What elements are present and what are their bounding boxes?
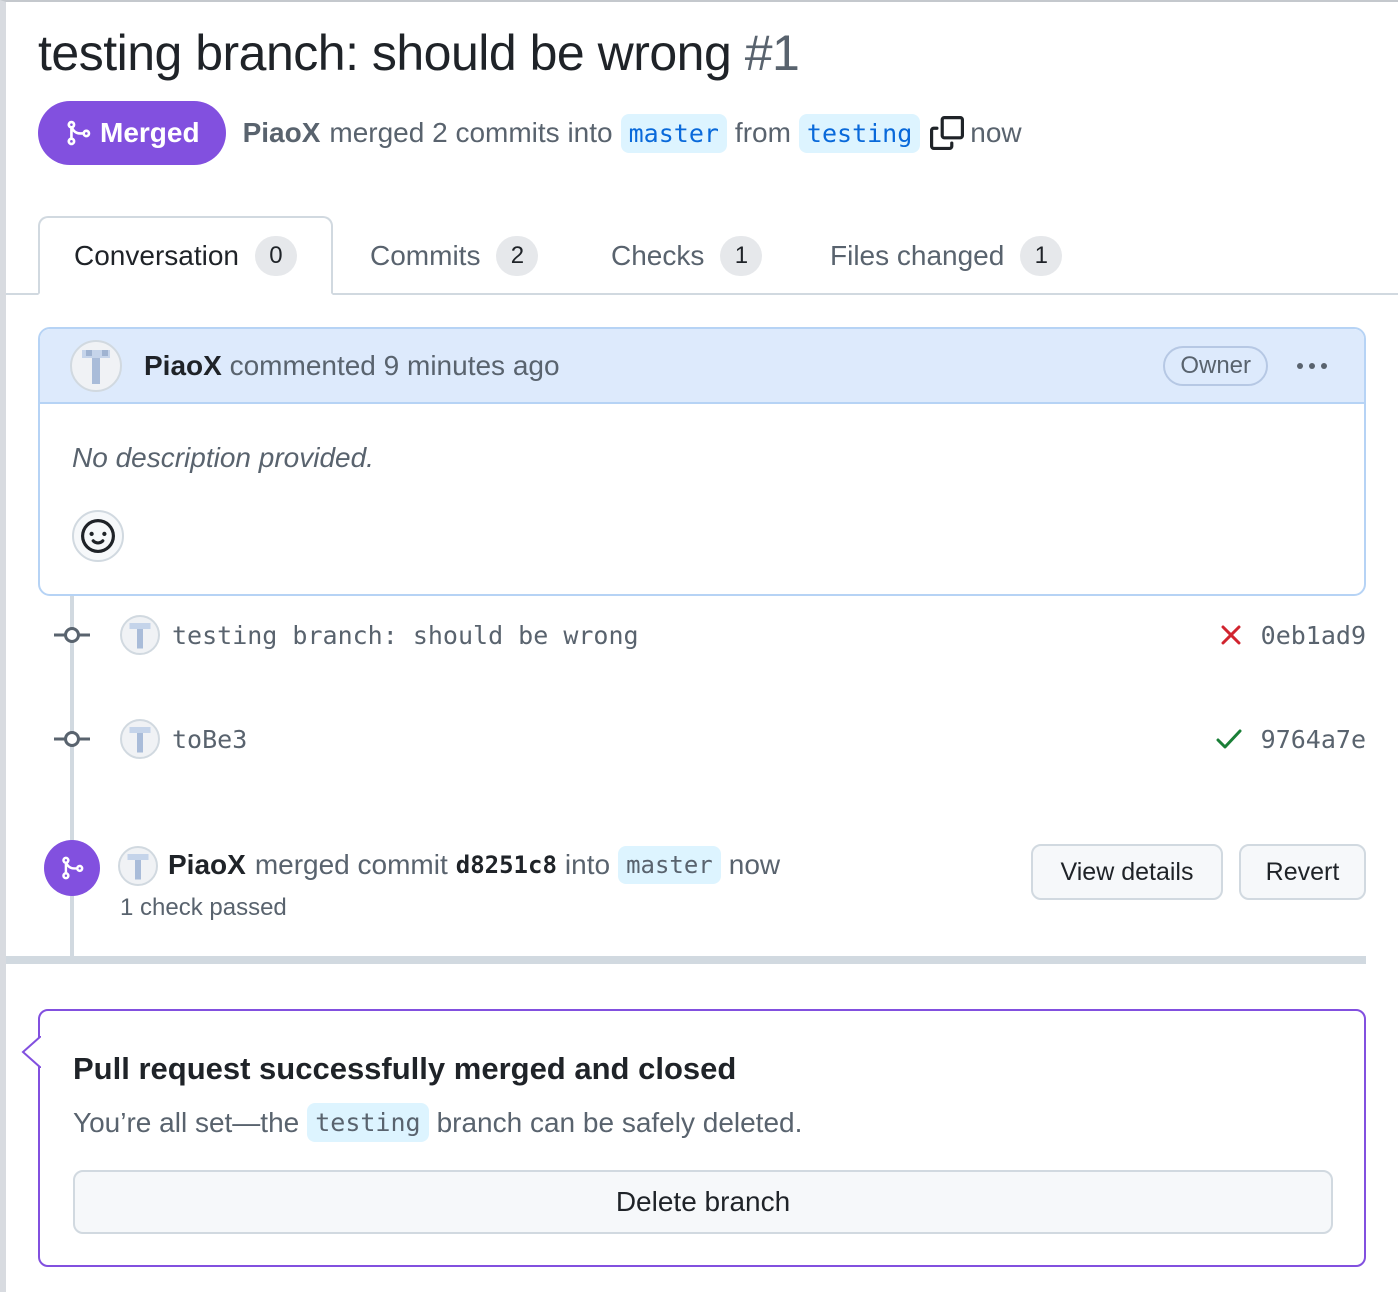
- comment-time: commented 9 minutes ago: [229, 349, 560, 381]
- tab-conversation[interactable]: Conversation 0: [38, 216, 333, 295]
- state-label: Merged: [100, 117, 200, 148]
- tab-label: Commits: [370, 239, 481, 271]
- kebab-horizontal-icon[interactable]: [1294, 352, 1330, 380]
- avatar[interactable]: [120, 719, 160, 759]
- author-link[interactable]: PiaoX: [168, 849, 246, 881]
- merge-event-text: PiaoX merged commit d8251c8 into master …: [168, 846, 780, 884]
- tab-files-changed[interactable]: Files changed 1: [796, 216, 1096, 295]
- tab-counter: 2: [496, 235, 539, 276]
- add-reaction-button[interactable]: [72, 510, 124, 562]
- author-link[interactable]: PiaoX: [144, 350, 222, 381]
- tab-label: Files changed: [830, 239, 1005, 271]
- avatar[interactable]: [70, 339, 122, 392]
- commit-sha[interactable]: 0eb1ad9: [1261, 621, 1366, 650]
- commit-message[interactable]: testing branch: should be wrong: [172, 621, 639, 650]
- owner-badge: Owner: [1163, 346, 1268, 386]
- view-details-button[interactable]: View details: [1031, 844, 1223, 900]
- author-link[interactable]: PiaoX: [243, 117, 321, 149]
- tab-checks[interactable]: Checks 1: [577, 216, 796, 295]
- git-merge-icon: [44, 840, 100, 896]
- comment-body: No description provided.: [72, 442, 374, 473]
- panel-caret: [21, 1036, 41, 1068]
- head-branch[interactable]: testing: [798, 113, 921, 153]
- tab-counter: 1: [1020, 235, 1063, 276]
- merged-subtitle: You’re all set—the testing branch can be…: [73, 1103, 802, 1142]
- tab-counter: 1: [720, 235, 763, 276]
- base-branch[interactable]: master: [620, 113, 727, 153]
- commit-message[interactable]: toBe3: [172, 725, 247, 754]
- commit-sha[interactable]: 9764a7e: [1261, 725, 1366, 754]
- merged-text: merged 2 commits into: [329, 117, 613, 148]
- timeline-divider: [6, 956, 1366, 964]
- pr-meta: Merged PiaoX merged 2 commits into maste…: [38, 101, 1022, 165]
- x-icon[interactable]: [1220, 624, 1242, 646]
- commit-item: testing branch: should be wrong 0eb1ad9: [54, 613, 1366, 657]
- merge-action: merged commit: [254, 849, 448, 880]
- pr-description-comment: PiaoX commented 9 minutes ago Owner No d…: [38, 327, 1366, 596]
- pr-title: testing branch: should be wrong: [38, 25, 732, 81]
- commit-item: toBe3 9764a7e: [54, 717, 1366, 761]
- page-title: testing branch: should be wrong #1: [38, 24, 800, 82]
- tab-commits[interactable]: Commits 2: [336, 216, 572, 295]
- merge-event: PiaoX merged commit d8251c8 into master …: [44, 840, 1366, 930]
- git-commit-icon: [54, 625, 90, 645]
- avatar[interactable]: [120, 615, 160, 655]
- merged-sub-before: You’re all set—the: [73, 1106, 300, 1138]
- from-text: from: [734, 117, 791, 148]
- merge-summary: PiaoX merged 2 commits into master from …: [243, 113, 1022, 153]
- merge-commit-sha[interactable]: d8251c8: [456, 851, 557, 879]
- avatar[interactable]: [118, 846, 158, 886]
- git-merge-icon: [64, 117, 92, 149]
- state-badge: Merged: [38, 101, 226, 165]
- head-branch[interactable]: testing: [307, 1103, 429, 1142]
- base-branch[interactable]: master: [618, 846, 721, 884]
- comment-header: PiaoX commented 9 minutes ago Owner: [40, 329, 1364, 404]
- copy-icon[interactable]: [930, 116, 965, 150]
- comment-author-line: PiaoX commented 9 minutes ago: [144, 350, 560, 382]
- merge-time: now: [728, 849, 781, 880]
- merged-sub-after: branch can be safely deleted.: [436, 1106, 803, 1138]
- merged-title: Pull request successfully merged and clo…: [73, 1051, 737, 1086]
- smiley-icon: [81, 519, 115, 553]
- checks-status[interactable]: 1 check passed: [120, 894, 287, 922]
- check-icon[interactable]: [1216, 728, 1242, 750]
- tab-counter: 0: [254, 235, 297, 276]
- merge-time: now: [970, 117, 1022, 148]
- tab-label: Checks: [611, 239, 705, 271]
- merged-status-panel: Pull request successfully merged and clo…: [21, 1009, 1366, 1267]
- tab-label: Conversation: [74, 239, 239, 271]
- git-commit-icon: [54, 729, 90, 749]
- pr-number: #1: [744, 25, 800, 81]
- revert-button[interactable]: Revert: [1239, 844, 1366, 900]
- delete-branch-button[interactable]: Delete branch: [73, 1170, 1333, 1234]
- into-text: into: [564, 849, 611, 880]
